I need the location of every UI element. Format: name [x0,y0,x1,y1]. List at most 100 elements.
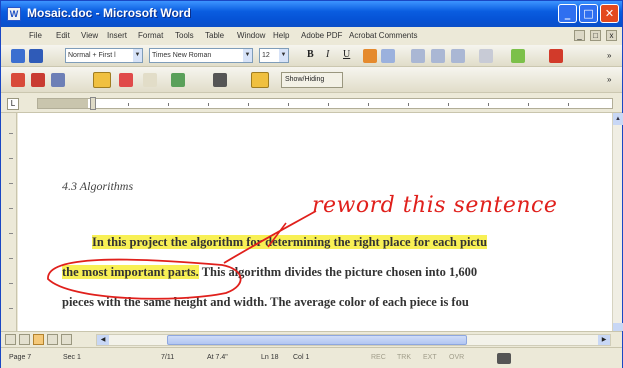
menu-file[interactable]: File [29,31,42,40]
align-center-icon[interactable] [381,49,395,63]
line-style-icon[interactable] [213,73,227,87]
ink-strokes [47,210,317,300]
maximize-button[interactable]: □ [579,4,598,23]
save-icon[interactable] [29,49,43,63]
ruler-tick [568,103,569,106]
ruler-tick [128,103,129,106]
indent-marker-icon[interactable] [90,97,96,110]
menu-acrobat-comments[interactable]: Acrobat Comments [349,31,417,40]
window-title: Mosaic.doc - Microsoft Word [27,6,191,20]
font-select[interactable]: Times New Roman ▼ [149,48,253,63]
numbering-icon[interactable] [411,49,425,63]
reject-change-icon[interactable] [51,73,65,87]
status-bar: Page 7 Sec 1 7/11 At 7.4" Ln 18 Col 1 RE… [1,347,622,368]
ink-arrow-line [223,210,317,264]
horizontal-scrollbar[interactable]: ◀ ▶ [96,334,611,346]
vertical-scrollbar[interactable]: ▲ [612,113,623,331]
close-button[interactable]: ✕ [600,4,619,23]
vertical-ruler[interactable] [1,113,17,331]
ruler-tick [368,103,369,106]
style-select[interactable]: Normal + First l ▼ [65,48,143,63]
print-layout-view-icon[interactable] [33,334,44,345]
horizontal-ruler-area [1,93,622,113]
ruler-tick [9,233,13,234]
ruler-tick [9,133,13,134]
bold-icon[interactable]: B [307,49,314,60]
pen-icon[interactable] [93,72,111,88]
font-color-icon[interactable] [549,49,563,63]
font-size-value: 12 [262,52,270,59]
menu-tools[interactable]: Tools [175,31,194,40]
ruler-margin [38,99,88,108]
scroll-down-icon[interactable] [613,323,623,331]
eraser-icon[interactable] [143,73,157,87]
spelling-status-icon[interactable] [497,353,511,364]
align-left-icon[interactable] [363,49,377,63]
indent-icon[interactable] [451,49,465,63]
underline-icon[interactable]: U [343,49,350,60]
ink-circle [47,258,242,300]
font-size-select[interactable]: 12 ▼ [259,48,289,63]
status-at: At 7.4" [207,354,228,361]
menu-view[interactable]: View [81,31,98,40]
ruler-tick [288,103,289,106]
ruler-tick [9,308,13,309]
show-hiding-label: Show/Hiding [285,76,325,83]
reading-layout-view-icon[interactable] [61,334,72,345]
word-doc-icon[interactable]: W [7,7,21,21]
view-bar: ◀ ▶ [1,331,622,347]
ink-tick [267,222,287,248]
tab-selector-icon[interactable]: L [7,98,19,110]
document-page[interactable]: 4.3 Algorithms reword this sentence In t… [18,113,612,331]
red-pen-icon[interactable] [119,73,133,87]
toolbar-options-icon[interactable]: » [607,51,611,60]
chevron-down-icon: ▼ [279,49,288,62]
border-icon[interactable] [479,49,493,63]
menu-insert[interactable]: Insert [107,31,127,40]
horizontal-ruler[interactable] [37,97,613,110]
ruler-tick [448,103,449,106]
web-layout-view-icon[interactable] [19,334,30,345]
task-pane-icon[interactable] [11,49,25,63]
style-value: Normal + First l [68,52,116,59]
bullets-icon[interactable] [431,49,445,63]
menu-help[interactable]: Help [273,31,289,40]
menu-edit[interactable]: Edit [56,31,70,40]
status-ext[interactable]: EXT [423,354,437,361]
status-rec[interactable]: REC [371,354,386,361]
status-ovr[interactable]: OVR [449,354,464,361]
doc-minimize-button[interactable]: _ [574,30,585,41]
accept-change-icon[interactable] [31,73,45,87]
status-trk[interactable]: TRK [397,354,411,361]
minimize-button[interactable]: _ [558,4,577,23]
menu-table[interactable]: Table [205,31,224,40]
scroll-right-icon[interactable]: ▶ [598,335,610,345]
highlighter-icon[interactable] [171,73,185,87]
horizontal-scroll-thumb[interactable] [167,335,467,345]
scroll-up-icon[interactable]: ▲ [613,113,623,125]
ruler-tick [9,258,13,259]
ruler-tick [528,103,529,106]
menu-adobe-pdf[interactable]: Adobe PDF [301,31,342,40]
toolbar-options-icon[interactable]: » [607,75,611,84]
normal-view-icon[interactable] [5,334,16,345]
italic-icon[interactable]: I [326,49,329,60]
menu-format[interactable]: Format [138,31,163,40]
track-changes-icon[interactable] [11,73,25,87]
scroll-left-icon[interactable]: ◀ [97,335,109,345]
chevron-down-icon: ▼ [243,49,252,62]
ruler-tick [9,158,13,159]
menu-bar: File Edit View Insert Format Tools Table… [1,27,622,45]
status-column: Col 1 [293,354,310,361]
menu-window[interactable]: Window [237,31,265,40]
ink-comment-icon[interactable] [251,72,269,88]
doc-close-button[interactable]: x [606,30,617,41]
show-hiding-button[interactable]: Show/Hiding [281,72,343,88]
doc-restore-button[interactable]: □ [590,30,601,41]
outline-view-icon[interactable] [47,334,58,345]
formatting-toolbar: Normal + First l ▼ Times New Roman ▼ 12 ▼ B… [1,45,622,67]
status-section: Sec 1 [63,354,81,361]
highlight-icon[interactable] [511,49,525,63]
ruler-tick [168,103,169,106]
chevron-down-icon: ▼ [133,49,142,62]
